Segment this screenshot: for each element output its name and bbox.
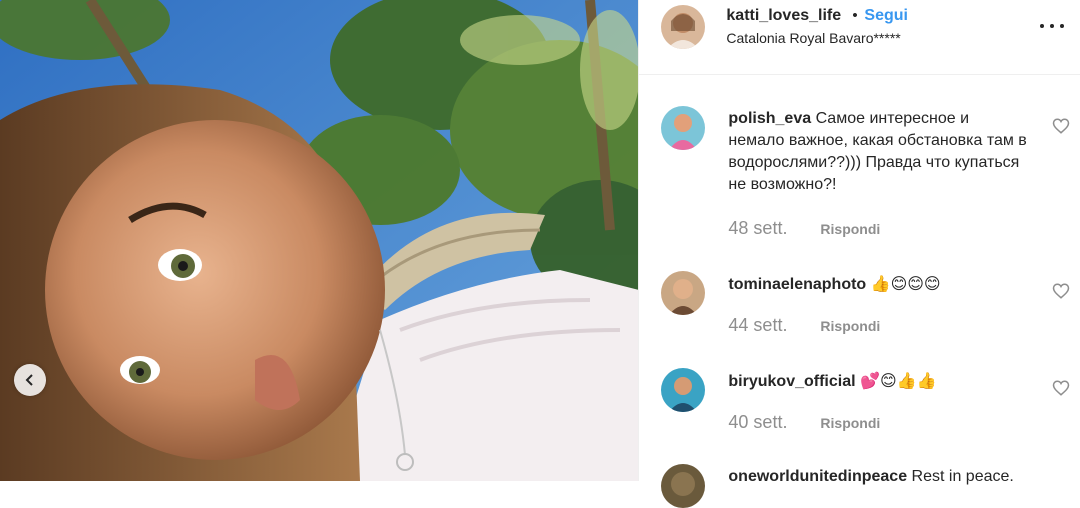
- comment-timestamp[interactable]: 48 sett.: [728, 218, 787, 239]
- comment-body: 💕😊👍👍: [860, 371, 937, 390]
- avatar-image: [661, 271, 706, 315]
- comment-body: 👍😊😊😊: [870, 274, 941, 293]
- more-options-icon[interactable]: [1040, 16, 1064, 36]
- comment-text: polish_eva Самое интересное и немало важ…: [728, 108, 1028, 196]
- commenter-avatar[interactable]: [661, 271, 706, 315]
- post-photo[interactable]: [0, 0, 639, 481]
- commenter-avatar[interactable]: [661, 368, 706, 412]
- carousel-prev-button[interactable]: [14, 364, 46, 396]
- comment-username[interactable]: biryukov_official: [728, 373, 855, 390]
- author-avatar[interactable]: [661, 5, 706, 49]
- like-heart-icon[interactable]: [1052, 379, 1070, 397]
- avatar-image: [661, 106, 706, 150]
- comment-text: biryukov_official 💕😊👍👍: [728, 370, 1028, 393]
- post-header: katti_loves_life • Segui Catalonia Royal…: [639, 0, 1080, 75]
- chevron-left-icon: [25, 374, 33, 386]
- like-heart-icon[interactable]: [1052, 282, 1070, 300]
- selfie-photo: [0, 0, 639, 481]
- reply-button[interactable]: Rispondi: [820, 221, 880, 237]
- avatar-image: [661, 5, 706, 49]
- post-container: katti_loves_life • Segui Catalonia Royal…: [0, 0, 1080, 508]
- comment-text: oneworldunitedinpeace Rest in peace.: [728, 466, 1068, 488]
- comment-timestamp[interactable]: 40 sett.: [728, 412, 787, 433]
- avatar-image: [661, 464, 706, 508]
- comment-text: tominaelenaphoto 👍😊😊😊: [728, 273, 1028, 296]
- avatar-image: [661, 368, 706, 412]
- comment-username[interactable]: oneworldunitedinpeace: [728, 468, 907, 485]
- follow-button[interactable]: Segui: [864, 7, 908, 25]
- comment-timestamp[interactable]: 44 sett.: [728, 315, 787, 336]
- commenter-avatar[interactable]: [661, 464, 706, 508]
- reply-button[interactable]: Rispondi: [820, 415, 880, 431]
- author-username[interactable]: katti_loves_life: [726, 7, 841, 25]
- comment-username[interactable]: polish_eva: [728, 110, 811, 127]
- comment-username[interactable]: tominaelenaphoto: [728, 276, 866, 293]
- separator-dot: •: [852, 7, 858, 24]
- comment-body: Rest in peace.: [911, 468, 1014, 485]
- location-link[interactable]: Catalonia Royal Bavaro*****: [726, 30, 900, 46]
- reply-button[interactable]: Rispondi: [820, 318, 880, 334]
- commenter-avatar[interactable]: [661, 106, 706, 150]
- like-heart-icon[interactable]: [1052, 117, 1070, 135]
- post-side-panel: katti_loves_life • Segui Catalonia Royal…: [638, 0, 1080, 508]
